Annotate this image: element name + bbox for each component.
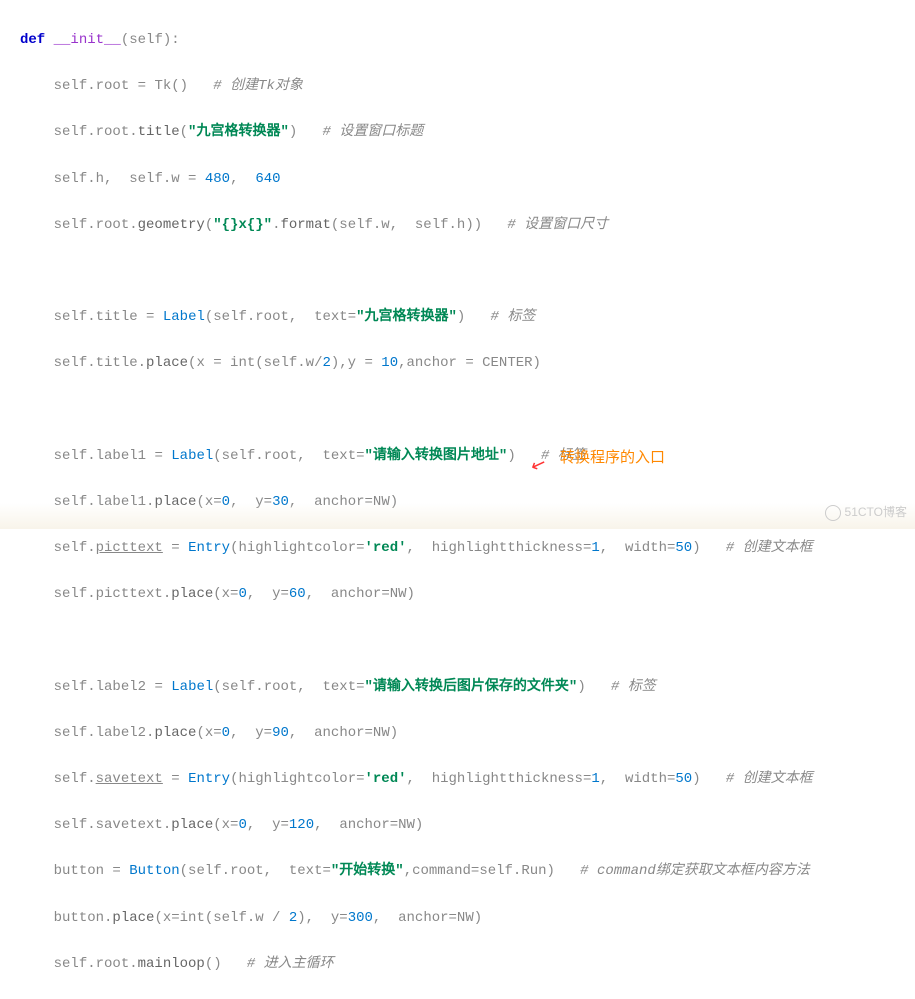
code-line: def __init__(self): (20, 29, 915, 52)
code-line: self.root.geometry("{}x{}".format(self.w… (20, 214, 915, 237)
annotation-text: 转换程序的入口 (560, 446, 665, 471)
code-line: self.root = Tk() # 创建Tk对象 (20, 75, 915, 98)
code-line: self.root.title("九宫格转换器") # 设置窗口标题 (20, 121, 915, 144)
code-line: self.label2.place(x=0, y=90, anchor=NW) (20, 722, 915, 745)
code-line: self.picttext.place(x=0, y=60, anchor=NW… (20, 583, 915, 606)
watermark-text: 51CTO博客 (825, 503, 907, 523)
code-line: self.savetext.place(x=0, y=120, anchor=N… (20, 814, 915, 837)
code-line: self.title = Label(self.root, text="九宫格转… (20, 306, 915, 329)
code-line (20, 399, 915, 422)
code-line: self.label1 = Label(self.root, text="请输入… (20, 445, 915, 468)
code-line: self.label2 = Label(self.root, text="请输入… (20, 676, 915, 699)
code-line: button = Button(self.root, text="开始转换",c… (20, 860, 915, 883)
code-line: self.root.mainloop() # 进入主循环 (20, 953, 915, 976)
code-line (20, 260, 915, 283)
code-line: self.title.place(x = int(self.w/2),y = 1… (20, 352, 915, 375)
code-line (20, 630, 915, 653)
code-line: self.savetext = Entry(highlightcolor='re… (20, 768, 915, 791)
code-block: def __init__(self): self.root = Tk() # 创… (0, 0, 915, 999)
code-line: self.h, self.w = 480, 640 (20, 168, 915, 191)
code-line: self.picttext = Entry(highlightcolor='re… (20, 537, 915, 560)
code-line: self.label1.place(x=0, y=30, anchor=NW) (20, 491, 915, 514)
code-line: button.place(x=int(self.w / 2), y=300, a… (20, 907, 915, 930)
